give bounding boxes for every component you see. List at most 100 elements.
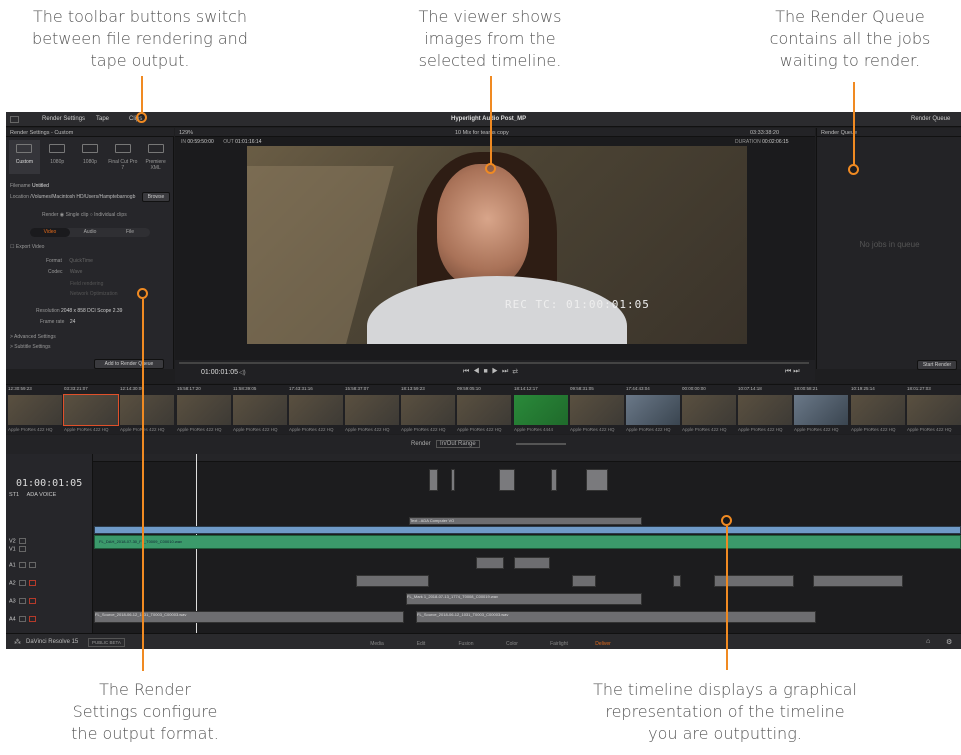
clip-thumbnail[interactable]: [8, 395, 62, 425]
clip-thumbnail[interactable]: [851, 395, 905, 425]
mute-button[interactable]: [28, 562, 36, 568]
framerate-select[interactable]: 24: [70, 319, 76, 325]
home-icon[interactable]: ⌂: [926, 638, 930, 645]
preset-premiere[interactable]: Premiere XML: [140, 140, 171, 174]
mute-button[interactable]: [28, 598, 36, 604]
a2-clip[interactable]: [514, 557, 550, 569]
clip-thumbnail[interactable]: [345, 395, 399, 425]
page-color[interactable]: Color: [497, 641, 527, 647]
transport-controls[interactable]: ⏮◀■▶⏭⇄: [463, 368, 522, 376]
clip-thumbnail[interactable]: [626, 395, 680, 425]
a1-clip[interactable]: FL_DAH_2018-07-30_FL_T0009_C00010.wav: [94, 535, 961, 549]
solo-button[interactable]: [18, 598, 26, 604]
subtitle-clip[interactable]: [429, 469, 438, 491]
clip-timecode: 17:43:31:16: [289, 386, 313, 391]
render-settings-button[interactable]: Render Settings: [42, 116, 85, 122]
clip-thumbnail[interactable]: [514, 395, 568, 425]
page-edit[interactable]: Edit: [406, 641, 436, 647]
preset-custom[interactable]: Custom: [9, 140, 40, 174]
page-fusion[interactable]: Fusion: [451, 641, 481, 647]
menu-icon[interactable]: [10, 116, 19, 123]
gear-icon[interactable]: ⚙: [946, 638, 952, 646]
page-deliver[interactable]: Deliver: [588, 641, 618, 647]
browse-button[interactable]: Browse: [142, 192, 170, 202]
subtitle-clip[interactable]: [499, 469, 515, 491]
zoom-select[interactable]: 129%: [179, 130, 193, 136]
clip-thumbnail[interactable]: [682, 395, 736, 425]
a5-clip[interactable]: FL_Source_2018-06-12_1031_T0003_C00003.w…: [416, 611, 816, 623]
zoom-slider[interactable]: [516, 443, 566, 445]
codec-select[interactable]: Wave: [70, 269, 83, 275]
solo-button[interactable]: [18, 580, 26, 586]
filename-field[interactable]: Untitled: [32, 183, 49, 189]
subtitle-clip[interactable]: [551, 469, 557, 491]
network-optimization-checkbox[interactable]: Network Optimization: [70, 291, 118, 297]
resolution-select[interactable]: 2048 x 858 DCI Scope 2.39: [61, 308, 122, 314]
add-to-render-queue-button[interactable]: Add to Render Queue: [94, 359, 164, 369]
tab-file[interactable]: File: [110, 228, 150, 237]
field-rendering-checkbox[interactable]: Field rendering: [70, 281, 103, 287]
clip-thumbnail[interactable]: [177, 395, 231, 425]
monitor-icon[interactable]: [18, 538, 26, 544]
subtitle-settings-toggle[interactable]: > Subtitle Settings: [10, 344, 50, 350]
a2-clip[interactable]: [476, 557, 504, 569]
clip-thumbnail[interactable]: [401, 395, 455, 425]
clip-thumbnail[interactable]: [120, 395, 174, 425]
preset-fcp7[interactable]: Final Cut Pro 7: [107, 140, 138, 174]
location-label: Location: [10, 194, 29, 200]
a4-clip[interactable]: FL_Mark 1_2018-07-13_1774_T0008_C00019.w…: [406, 593, 642, 605]
format-select[interactable]: QuickTime: [69, 258, 93, 264]
individual-clips-radio[interactable]: Individual clips: [94, 212, 127, 218]
a3-clip[interactable]: [673, 575, 681, 587]
clip-codec-label: Apple ProRes 422 HQ: [289, 427, 334, 432]
format-row: Format QuickTime: [46, 258, 93, 264]
tape-button[interactable]: Tape: [96, 116, 109, 122]
clip-timecode: 18:14:12:17: [514, 386, 538, 391]
v1-clip[interactable]: [94, 526, 961, 534]
track-label: A2: [9, 580, 16, 587]
a3-clip[interactable]: [356, 575, 429, 587]
clip-thumbnail[interactable]: [63, 394, 119, 426]
export-video-checkbox[interactable]: ☐ Export Video: [10, 244, 44, 250]
prev-next-icon[interactable]: ⏮ ⏭: [785, 368, 800, 376]
monitor-icon[interactable]: [18, 546, 26, 552]
clip-thumbnail[interactable]: [907, 395, 961, 425]
clip-thumbnail[interactable]: [457, 395, 511, 425]
clip-thumbnail[interactable]: [233, 395, 287, 425]
a3-clip[interactable]: [572, 575, 596, 587]
clip-thumbnail[interactable]: [794, 395, 848, 425]
subtitle-clip[interactable]: [451, 469, 455, 491]
callout-line: The toolbar buttons switch: [32, 7, 248, 26]
v2-text-clip[interactable]: Text - ADA Computer VO: [409, 517, 642, 525]
scrub-bar[interactable]: [179, 362, 809, 364]
mute-button[interactable]: [28, 580, 36, 586]
page-fairlight[interactable]: Fairlight: [544, 641, 574, 647]
solo-button[interactable]: [18, 562, 26, 568]
solo-button[interactable]: [18, 616, 26, 622]
advanced-settings-toggle[interactable]: > Advanced Settings: [10, 334, 56, 340]
mute-button[interactable]: [28, 616, 36, 622]
timeline-name[interactable]: 10 Mix for teams copy: [455, 130, 509, 136]
clip-thumbnail[interactable]: [570, 395, 624, 425]
render-range-select[interactable]: In/Out Range: [436, 440, 480, 448]
clip-thumbnail[interactable]: [289, 395, 343, 425]
subtitle-clip[interactable]: [586, 469, 608, 491]
timeline-ruler[interactable]: [93, 454, 961, 462]
audio-icon[interactable]: ◁): [239, 369, 246, 376]
preset-vimeo[interactable]: 1080p: [75, 140, 106, 174]
page-media[interactable]: Media: [362, 641, 392, 647]
clip-thumbnail[interactable]: [738, 395, 792, 425]
start-render-button[interactable]: Start Render: [917, 360, 957, 370]
single-clip-radio[interactable]: Single clip: [66, 212, 89, 218]
a3-clip[interactable]: [813, 575, 903, 587]
preset-youtube[interactable]: 1080p: [42, 140, 73, 174]
location-field[interactable]: /Volumes/Macintosh HD/Users/Hamptebarnog…: [30, 194, 135, 200]
render-queue-button[interactable]: Render Queue: [911, 116, 950, 122]
a5-clip[interactable]: FL_Source_2018-06-12_1031_T0003_C00003.w…: [94, 611, 404, 623]
duration-value: 00:02:06:15: [762, 139, 789, 145]
clip-timecode: 18:00:58:21: [794, 386, 818, 391]
resolution-row: Resolution 2048 x 858 DCI Scope 2.39: [36, 308, 122, 314]
tab-video[interactable]: Video: [30, 228, 70, 237]
clip-codec-label: Apple ProRes 422 HQ: [233, 427, 278, 432]
tab-audio[interactable]: Audio: [70, 228, 110, 237]
